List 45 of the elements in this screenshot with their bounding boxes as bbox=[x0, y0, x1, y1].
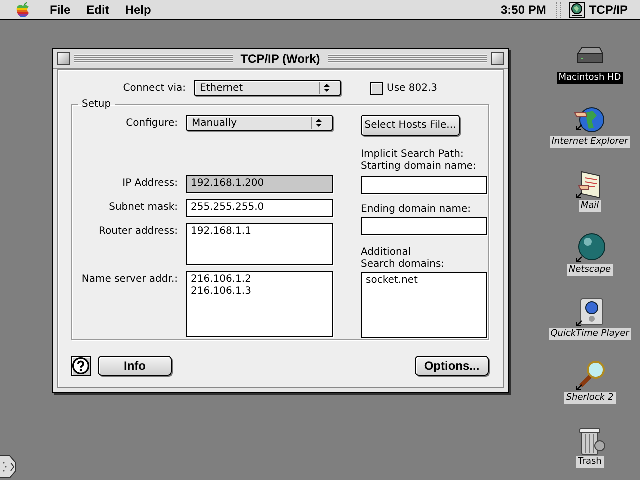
icon-label[interactable]: Netscape bbox=[566, 264, 614, 276]
popup-menu[interactable]: Manually bbox=[186, 115, 333, 131]
menu-item[interactable]: Edit bbox=[78, 2, 118, 16]
field-label: Configure: bbox=[125, 118, 178, 128]
group-title: Setup bbox=[81, 99, 112, 110]
options-button[interactable]: Options... bbox=[415, 356, 489, 376]
menu-item[interactable]: File bbox=[42, 2, 79, 16]
icon-label[interactable]: Sherlock 2 bbox=[564, 392, 616, 404]
menu-item[interactable]: Help bbox=[117, 2, 160, 16]
text-field[interactable] bbox=[361, 176, 487, 194]
window-title: TCP/IP (Work) bbox=[240, 52, 322, 66]
text-field[interactable]: 255.255.255.0 bbox=[186, 199, 333, 217]
field-label: IP Address: bbox=[122, 177, 178, 189]
select-hosts-button[interactable]: Select Hosts File... bbox=[361, 115, 460, 136]
apple-icon bbox=[16, 2, 30, 18]
help-button[interactable] bbox=[71, 356, 91, 376]
field-label: Search domains: bbox=[361, 259, 446, 271]
close-box[interactable] bbox=[57, 52, 70, 65]
field-label: Subnet mask: bbox=[108, 201, 178, 213]
icon-label[interactable]: Mail bbox=[578, 200, 602, 212]
field-label: Additional bbox=[361, 247, 412, 259]
popup-menu[interactable]: Ethernet bbox=[194, 80, 341, 96]
control-strip-tab-icon bbox=[0, 455, 17, 479]
text-field[interactable] bbox=[361, 217, 487, 235]
field-label: Implicit Search Path: bbox=[361, 149, 465, 161]
checkbox[interactable] bbox=[370, 82, 383, 94]
icon-label[interactable]: Macintosh HD bbox=[556, 72, 624, 84]
field-label: Ending domain name: bbox=[361, 204, 472, 216]
collapse-box[interactable] bbox=[491, 52, 504, 65]
info-button[interactable]: Info bbox=[98, 356, 172, 376]
text-field[interactable]: 192.168.1.200 bbox=[186, 175, 333, 193]
clock[interactable]: 3:50 PM bbox=[490, 2, 556, 16]
icon-label[interactable]: QuickTime Player bbox=[548, 328, 632, 340]
icon-label[interactable]: Internet Explorer bbox=[550, 136, 630, 148]
field-label: Connect via: bbox=[122, 82, 186, 94]
field-label: Router address: bbox=[98, 225, 178, 237]
text-field[interactable]: 216.106.1.2 216.106.1.3 bbox=[186, 271, 333, 337]
field-label: Name server addr.: bbox=[80, 273, 178, 285]
field-label: Starting domain name: bbox=[361, 161, 478, 173]
checkbox-label: Use 802.3 bbox=[387, 82, 438, 94]
app-name[interactable]: TCP/IP bbox=[589, 2, 640, 16]
question-mark-icon bbox=[72, 357, 90, 375]
icon-label[interactable]: Trash bbox=[576, 456, 604, 468]
text-field[interactable]: socket.net bbox=[361, 272, 487, 338]
text-field[interactable]: 192.168.1.1 bbox=[186, 223, 333, 265]
